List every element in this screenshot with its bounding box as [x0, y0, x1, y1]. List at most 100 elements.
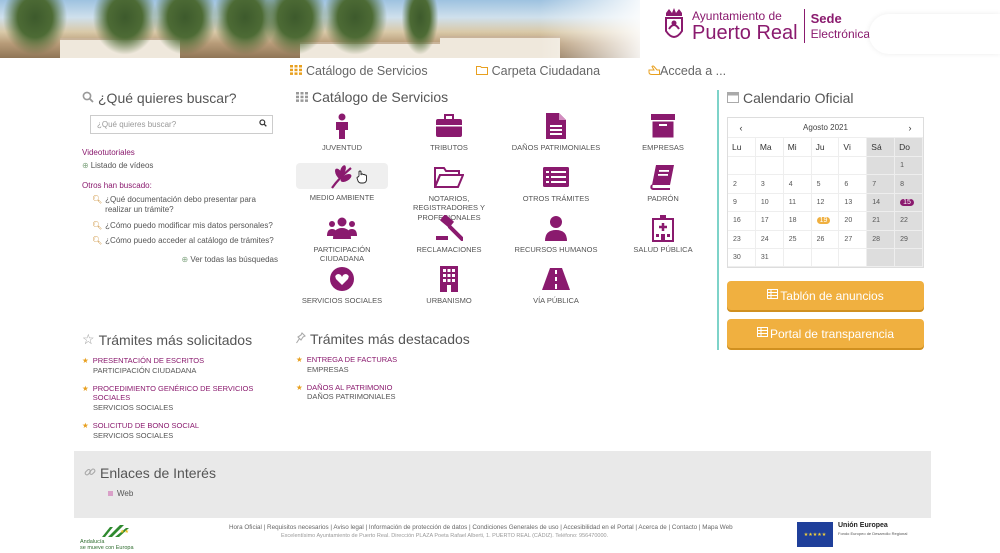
- ver-todas-busquedas-link[interactable]: ⊕ Ver todas las búsquedas: [82, 255, 278, 264]
- calendar-day[interactable]: 5: [811, 175, 840, 194]
- suggested-query[interactable]: 🔍︎ ¿Cómo puedo acceder al catálogo de tr…: [92, 236, 278, 246]
- search-button-icon[interactable]: [254, 119, 272, 130]
- calendar-day[interactable]: 29: [895, 230, 923, 249]
- star-outline-icon: ☆: [82, 331, 95, 347]
- web-link[interactable]: Web: [108, 489, 133, 498]
- calendar-panel: Calendario Oficial ‹ Agosto 2021 › Lu Ma M…: [717, 90, 927, 350]
- catalog-item-salud-publica[interactable]: SALUD PÚBLICA: [617, 214, 709, 254]
- calendar-day: [811, 157, 840, 176]
- calendar-day[interactable]: 25: [783, 230, 812, 249]
- gavel-icon: [433, 214, 465, 242]
- calendar-day[interactable]: 15: [895, 193, 923, 213]
- calendar-day[interactable]: 20: [839, 212, 868, 231]
- tramites-destacados-panel: Trámites más destacados ★ ENTREGA DE FACT…: [296, 331, 496, 402]
- otros-han-buscado-title: Otros han buscado:: [82, 181, 152, 190]
- videotutoriales-link[interactable]: Videotutoriales: [82, 148, 278, 157]
- catalog-item-via-publica[interactable]: VÍA PÚBLICA: [510, 265, 602, 305]
- calendar-day[interactable]: 11: [783, 193, 812, 213]
- calendar-day[interactable]: 17: [755, 212, 784, 231]
- catalog-item-juventud[interactable]: JUVENTUD: [296, 112, 388, 152]
- tramite-item[interactable]: ★ SOLICITUD DE BONO SOCIAL SERVICIOS SOCI…: [82, 421, 278, 441]
- catalog-item-otros-tramites[interactable]: OTROS TRÁMITES: [510, 163, 602, 203]
- calendar-day[interactable]: 19: [811, 212, 840, 231]
- suggested-query[interactable]: 🔍︎ ¿Cómo puedo modificar mis datos perso…: [92, 221, 278, 231]
- nav-acceda[interactable]: Acceda a ...: [648, 64, 726, 78]
- search-input[interactable]: ¿Qué quieres buscar?: [90, 115, 273, 134]
- nav-catalogo-servicios[interactable]: Catálogo de Servicios: [290, 64, 428, 78]
- tablon-anuncios-button[interactable]: Tablón de anuncios: [727, 281, 924, 310]
- calendar-day[interactable]: 18: [783, 212, 812, 231]
- calendar-prev-icon[interactable]: ‹: [734, 121, 748, 135]
- calendar-widget: ‹ Agosto 2021 › Lu Ma Mi Ju Vi Sá Do 1 2 3 4 5 6 7 8 9 1…: [727, 117, 924, 269]
- calendar-day[interactable]: 30: [728, 248, 756, 268]
- grid-icon: [290, 64, 302, 78]
- calendar-day[interactable]: 6: [839, 175, 868, 194]
- catalog-item-medio-ambiente[interactable]: MEDIO AMBIENTE: [296, 163, 388, 202]
- enlaces-heading: Enlaces de Interés: [84, 465, 216, 481]
- hospital-icon: [647, 214, 679, 242]
- catalog-item-padron[interactable]: PADRÓN: [617, 163, 709, 203]
- calendar-day[interactable]: 10: [755, 193, 784, 213]
- calendar-day[interactable]: 24: [755, 230, 784, 249]
- star-icon: ★: [296, 382, 303, 392]
- header-search-pill[interactable]: [869, 14, 1000, 54]
- star-icon: ★: [296, 355, 303, 364]
- footer-address: Excelentísimo Ayuntamiento de Puerto Rea…: [281, 533, 609, 539]
- tramite-item[interactable]: ★ ENTREGA DE FACTURAS EMPRESAS: [296, 355, 496, 375]
- calendar-day[interactable]: 8: [895, 175, 923, 194]
- calendar-day: [728, 157, 756, 176]
- calendar-day[interactable]: 16: [728, 212, 756, 231]
- briefcase-icon: [433, 112, 465, 140]
- calendar-day[interactable]: 26: [811, 230, 840, 249]
- calendar-day[interactable]: 13: [839, 193, 868, 213]
- catalog-item-danos-patrimoniales[interactable]: DAÑOS PATRIMONIALES: [510, 112, 602, 152]
- catalog-item-servicios-sociales[interactable]: SERVICIOS SOCIALES: [296, 265, 388, 305]
- calendar-day[interactable]: 28: [867, 230, 896, 249]
- search-panel: ¿Qué quieres buscar? ¿Qué quieres buscar…: [82, 90, 278, 264]
- people-icon: [326, 214, 358, 242]
- plus-circle-icon: ⊕: [181, 254, 189, 264]
- calendar-day[interactable]: 4: [783, 175, 812, 194]
- tramite-item[interactable]: ★ PRESENTACIÓN DE ESCRITOS PARTICIPACIÓN …: [82, 356, 278, 376]
- catalog-item-recursos-humanos[interactable]: RECURSOS HUMANOS: [510, 214, 602, 254]
- calendar-day[interactable]: 14: [867, 193, 896, 213]
- calendar-day[interactable]: 12: [811, 193, 840, 213]
- listado-videos-link[interactable]: ⊕ Listado de vídeos: [82, 161, 278, 170]
- eu-logo: ★★★★★ Unión Europea Fondo Europeo de Des…: [797, 522, 907, 547]
- thumbtack-icon: [296, 331, 306, 347]
- site-logo[interactable]: Ayuntamiento de Puerto Real Sede Electró…: [662, 7, 870, 45]
- tramite-item[interactable]: ★ PROCEDIMIENTO GENÉRICO DE SERVICIOS SOC…: [82, 384, 278, 413]
- mouse-pointer-icon: [356, 170, 368, 189]
- calendar-day: [839, 157, 868, 176]
- tramites-destacados-heading: Trámites más destacados: [296, 331, 496, 347]
- portal-transparencia-button[interactable]: Portal de transparencia: [727, 319, 924, 348]
- calendar-icon: [727, 90, 739, 106]
- catalog-item-reclamaciones[interactable]: RECLAMACIONES: [403, 214, 495, 254]
- catalog-item-urbanismo[interactable]: URBANISMO: [403, 265, 495, 305]
- calendar-day[interactable]: 9: [728, 193, 756, 213]
- calendar-day[interactable]: 7: [867, 175, 896, 194]
- logo-line-1: Ayuntamiento de: [692, 8, 782, 23]
- list-icon: [540, 163, 572, 191]
- calendar-day[interactable]: 31: [755, 248, 784, 268]
- star-icon: ★: [82, 420, 89, 430]
- catalog-item-empresas[interactable]: EMPRESAS: [617, 112, 709, 152]
- catalog-item-tributos[interactable]: TRIBUTOS: [403, 112, 495, 152]
- calendar-day[interactable]: 27: [839, 230, 868, 249]
- sede-line-2: Electrónica: [810, 26, 870, 41]
- calendar-day[interactable]: 1: [895, 157, 923, 176]
- calendar-day[interactable]: 21: [867, 212, 896, 231]
- logo-line-2: Puerto Real: [692, 21, 798, 44]
- calendar-day[interactable]: 22: [895, 212, 923, 231]
- search-icon: 🔍︎: [92, 220, 103, 230]
- footer-links[interactable]: Hora Oficial | Requisitos necesarios | A…: [229, 524, 733, 531]
- calendar-next-icon[interactable]: ›: [903, 121, 917, 135]
- calendar-day[interactable]: 3: [755, 175, 784, 194]
- tramite-item[interactable]: ★ DAÑOS AL PATRIMONIO DAÑOS PATRIMONIALES: [296, 383, 496, 403]
- catalog-item-participacion-ciudadana[interactable]: PARTICIPACIÓN CIUDADANA: [296, 214, 388, 264]
- nav-carpeta-ciudadana[interactable]: Carpeta Ciudadana: [475, 64, 600, 78]
- calendar-day[interactable]: 2: [728, 175, 756, 194]
- suggested-query[interactable]: 🔍︎ ¿Qué documentación debo presentar par…: [92, 195, 278, 216]
- calendar-day[interactable]: 23: [728, 230, 756, 249]
- top-navigation: Catálogo de Servicios Carpeta Ciudadana …: [290, 64, 774, 78]
